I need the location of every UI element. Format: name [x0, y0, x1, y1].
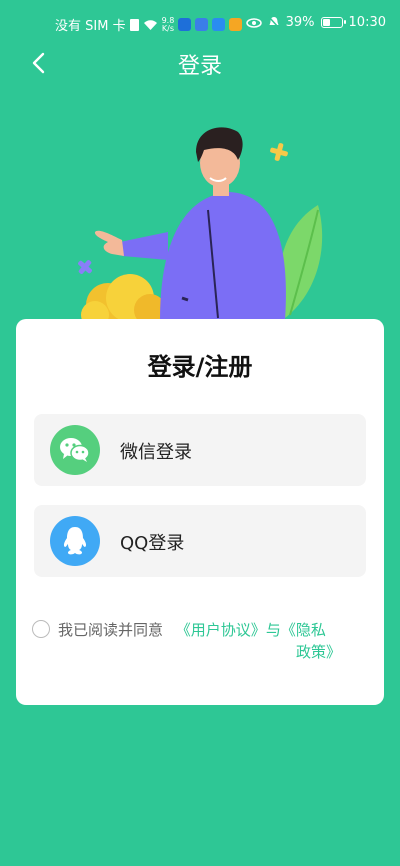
- agreement-radio[interactable]: [32, 620, 50, 638]
- privacy-policy-link[interactable]: 《隐私: [281, 621, 326, 639]
- user-agreement-link[interactable]: 《用户协议》: [176, 621, 266, 639]
- carrier-text: 没有 SIM 卡: [55, 19, 126, 34]
- nav-bar: 登录: [0, 40, 400, 86]
- qq-login-button[interactable]: QQ登录: [34, 505, 366, 577]
- app-notification-icon: [195, 18, 209, 31]
- agreement-text: 我已阅读并同意 《用户协议》与《隐私 政策》: [58, 619, 341, 663]
- search-app-icon: [212, 18, 226, 31]
- eye-icon: [245, 17, 262, 28]
- agreement-connector: 与: [265, 621, 281, 639]
- qq-login-label: QQ登录: [120, 533, 185, 554]
- privacy-policy-link[interactable]: 政策》: [296, 643, 341, 661]
- qq-icon: [50, 516, 100, 566]
- wechat-login-label: 微信登录: [120, 442, 192, 463]
- app-notification-icon: [178, 18, 192, 31]
- wifi-icon: [143, 19, 157, 30]
- mute-bell-icon: [268, 16, 280, 29]
- net-speed-unit: K/s: [161, 23, 174, 33]
- status-left: 没有 SIM 卡 9.8 K/s: [55, 15, 243, 34]
- sim-alert-icon: [129, 18, 139, 31]
- wechat-icon: [50, 425, 100, 475]
- wechat-login-button[interactable]: 微信登录: [34, 414, 366, 486]
- login-card: 登录/注册 微信登录 QQ登录 我已阅读并同意 《用户协议》与《隐私 政策》: [16, 319, 384, 705]
- clock: 10:30: [348, 15, 386, 30]
- net-speed: 9.8 K/s: [161, 16, 175, 33]
- sparkle-icon: [270, 143, 288, 161]
- battery-icon: [320, 17, 346, 28]
- hero-illustration: [78, 127, 323, 329]
- status-right: 39% 10:30: [245, 15, 386, 30]
- battery-percent: 39%: [285, 15, 315, 30]
- page-title: 登录: [177, 54, 222, 79]
- app-notification-icon: [229, 18, 243, 31]
- card-title: 登录/注册: [147, 353, 253, 381]
- sparkle-icon: [78, 260, 92, 274]
- agreement-prefix: 我已阅读并同意: [58, 621, 164, 639]
